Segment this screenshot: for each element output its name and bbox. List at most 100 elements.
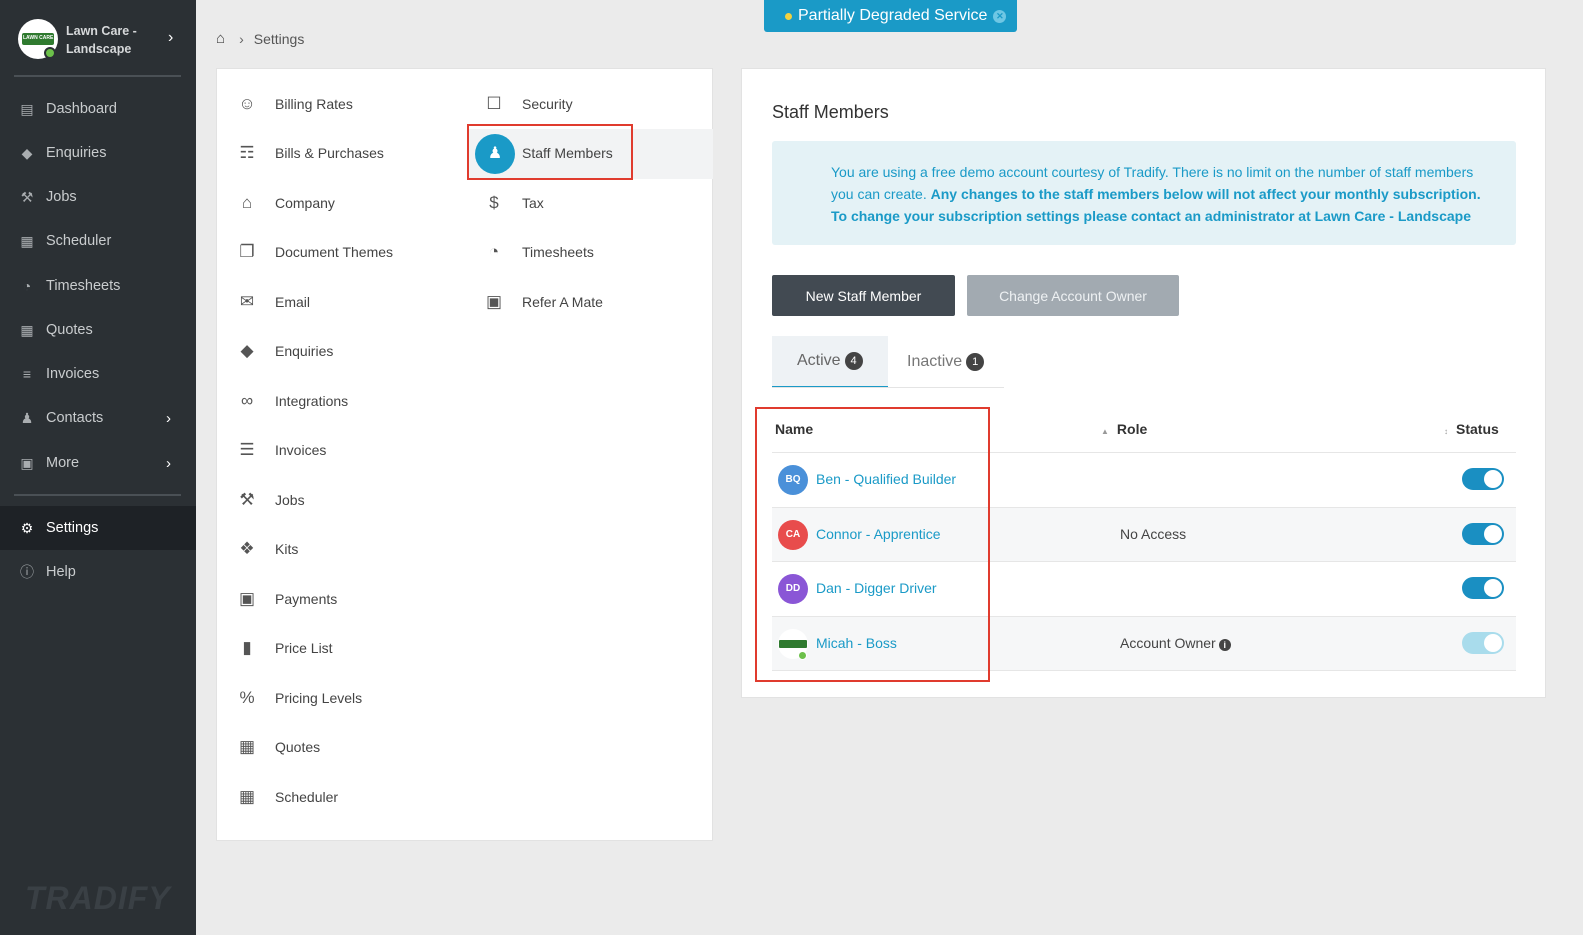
status-dot-icon (785, 12, 792, 20)
sidebar-item-enquiries[interactable]: ◆ Enquiries (0, 133, 196, 173)
org-name: Lawn Care - Landscape (66, 24, 137, 56)
calculator-icon: ▦ (238, 737, 256, 756)
settings-menu-panel: ☺ Billing Rates ☶ Bills & Purchases ⌂ Co… (216, 68, 713, 841)
sidebar-item-more[interactable]: ▣ More › (0, 443, 196, 483)
sidebar-item-invoices[interactable]: ≡ Invoices (0, 354, 196, 394)
chevron-right-icon: › (166, 454, 171, 472)
count-badge: 4 (844, 352, 863, 370)
settings-item-label: Jobs (275, 492, 305, 508)
staff-role: No Access (1120, 526, 1187, 542)
settings-item-label: Company (275, 195, 335, 211)
sidebar-item-label: Scheduler (46, 233, 112, 249)
sidebar-item-label: Contacts (46, 410, 104, 426)
clock-icon: ◔ (22, 278, 32, 294)
sidebar-item-label: Dashboard (46, 101, 117, 117)
page-title: Staff Members (772, 102, 889, 122)
sidebar-item-settings[interactable]: ⚙ Settings (0, 506, 196, 550)
sidebar-item-label: Timesheets (46, 278, 121, 294)
staff-role-label: Account Owner (1120, 635, 1216, 651)
highlight-box-staff-members (467, 124, 633, 180)
change-account-owner-button[interactable]: Change Account Owner (967, 275, 1179, 316)
sidebar-item-label: Quotes (46, 322, 93, 338)
file-icon: ☰ (239, 440, 255, 459)
close-icon[interactable]: ✕ (993, 9, 1007, 23)
settings-item-label: Quotes (275, 739, 321, 755)
clock-icon: ◔ (488, 242, 500, 261)
tab-label: Inactive (907, 353, 963, 370)
sidebar-item-contacts[interactable]: ♟ Contacts › (0, 398, 196, 438)
settings-item-label: Integrations (275, 393, 349, 409)
column-header-status-label: Status (1456, 421, 1499, 437)
status-toggle[interactable] (1462, 523, 1504, 545)
status-toggle[interactable] (1462, 577, 1504, 599)
tab-active[interactable]: Active 4 (772, 336, 888, 388)
settings-item-label: Security (522, 96, 573, 112)
sidebar-divider (14, 494, 181, 496)
home-icon: ⌂ (241, 193, 253, 212)
gear-icon: ⚙ (20, 519, 34, 536)
dashboard-icon: ▤ (20, 100, 34, 117)
hammer-icon: ⚒ (239, 490, 255, 509)
new-staff-member-button[interactable]: New Staff Member (772, 275, 955, 316)
toggle-knob (1484, 579, 1502, 597)
gift-icon: ▣ (485, 292, 503, 311)
cart-icon: ☶ (239, 143, 255, 162)
tradify-logo: TRADIFY (25, 880, 171, 916)
tags-icon: ◆ (240, 341, 254, 360)
status-toggle[interactable] (1462, 468, 1504, 490)
sidebar-item-dashboard[interactable]: ▤ Dashboard (0, 89, 196, 129)
help-icon: ⓘ (20, 564, 34, 580)
breadcrumb-current: Settings (253, 30, 305, 47)
grid-icon: ▣ (20, 454, 34, 471)
settings-item-label: Document Themes (275, 244, 394, 260)
users-icon: ♟ (20, 409, 34, 426)
settings-item-label: Timesheets (522, 244, 594, 260)
column-header-role[interactable]: ▲ Role (1101, 421, 1147, 437)
settings-item-label: Bills & Purchases (275, 145, 384, 161)
unlock-icon: ☐ (486, 94, 502, 113)
calendar-icon: ▦ (238, 787, 256, 806)
info-icon[interactable]: i (1218, 639, 1231, 651)
toggle-knob (1484, 470, 1502, 488)
home-icon[interactable]: ⌂ (216, 30, 225, 47)
breadcrumb: ⌂ › Settings (216, 30, 304, 47)
column-header-status[interactable]: ↕ Status (1444, 421, 1499, 437)
settings-item-label: Billing Rates (275, 96, 353, 112)
sidebar-item-jobs[interactable]: ⚒ Jobs (0, 177, 196, 217)
toggle-knob (1484, 525, 1502, 543)
demo-info-alert: You are using a free demo account courte… (772, 141, 1516, 245)
settings-item-label: Kits (275, 541, 299, 557)
sidebar-item-label: More (46, 455, 80, 471)
tab-divider (772, 387, 1004, 388)
settings-item-label: Email (275, 294, 311, 310)
toggle-knob (1484, 634, 1502, 652)
org-switcher[interactable]: LAWN CARE Lawn Care - Landscape › (16, 17, 184, 61)
sidebar-item-scheduler[interactable]: ▦ Scheduler (0, 221, 196, 261)
dollar-icon: $ (489, 193, 499, 212)
tags-icon: ◆ (21, 144, 33, 161)
service-status-banner[interactable]: Partially Degraded Service ✕ (764, 0, 1017, 32)
calculator-icon: ▦ (20, 321, 34, 338)
envelope-icon: ✉ (239, 292, 255, 311)
percent-icon: % (239, 688, 255, 707)
link-icon: ∞ (240, 391, 254, 410)
book-icon: ▮ (242, 638, 252, 657)
sidebar-item-label: Jobs (46, 189, 77, 205)
highlight-box-staff-names (755, 407, 990, 682)
count-badge: 1 (966, 353, 985, 371)
settings-item-label: Payments (275, 591, 338, 607)
sidebar-item-label: Help (46, 564, 76, 580)
copy-icon: ❐ (239, 242, 255, 261)
online-status-dot (44, 47, 56, 59)
sidebar-item-label: Settings (46, 520, 99, 536)
sidebar-item-help[interactable]: ⓘ Help (0, 552, 196, 592)
sidebar-item-timesheets[interactable]: ◔ Timesheets (0, 266, 196, 306)
sidebar: LAWN CARE Lawn Care - Landscape › ▤ Dash… (0, 0, 196, 935)
sidebar-item-quotes[interactable]: ▦ Quotes (0, 310, 196, 350)
settings-item-label: Scheduler (275, 789, 339, 805)
chevron-right-icon: › (168, 29, 174, 46)
tab-inactive[interactable]: Inactive 1 (888, 336, 1004, 388)
sidebar-item-label: Invoices (46, 366, 100, 382)
settings-item-label: Invoices (275, 442, 327, 458)
settings-item-label: Pricing Levels (275, 690, 363, 706)
